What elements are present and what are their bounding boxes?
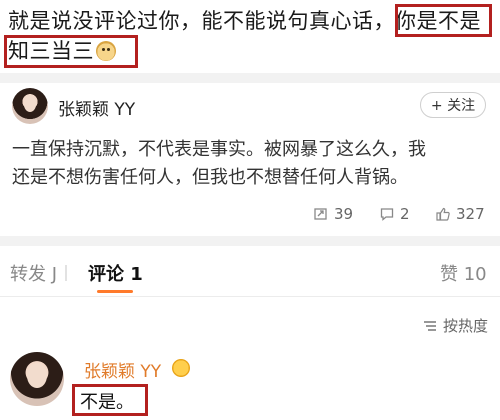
sort-by-hot-button[interactable]: 按热度 xyxy=(423,315,488,336)
active-tab-indicator xyxy=(97,290,133,293)
reply-avatar[interactable] xyxy=(10,352,64,406)
avatar[interactable] xyxy=(12,88,48,124)
comment-stat[interactable]: 2 xyxy=(380,204,410,224)
section-divider-2 xyxy=(0,236,500,246)
top-comment-text: 就是说没评论过你，能不能说句真心话， xyxy=(8,9,395,33)
highlight-box-1 xyxy=(395,4,492,37)
comment-icon xyxy=(380,208,394,221)
repost-icon xyxy=(314,208,327,220)
post-body-line-2: 还是不想伤害任何人，但我也不想替任何人背锅。 xyxy=(12,167,408,188)
repost-count: 39 xyxy=(334,205,354,223)
tab-repost[interactable]: 转发 J xyxy=(10,260,57,286)
thumbs-up-icon xyxy=(436,207,450,221)
reply-author-name[interactable]: 张颖颖 YY xyxy=(84,357,161,382)
sort-icon xyxy=(423,320,436,331)
like-count: 327 xyxy=(456,205,485,223)
tab-bar: 转发 J 评论 1 赞 10 xyxy=(0,254,500,294)
tab-divider xyxy=(0,296,500,297)
follow-button[interactable]: + 关注 xyxy=(420,92,486,118)
highlight-box-3 xyxy=(72,384,148,416)
post-card: 张颖颖 YY + 关注 一直保持沉默，不代表是事实。被网暴了这么久，我 还是不想… xyxy=(0,80,500,228)
post-author-name[interactable]: 张颖颖 YY xyxy=(58,95,135,120)
tab-separator xyxy=(65,265,67,281)
like-stat[interactable]: 327 xyxy=(436,204,485,224)
sort-label: 按热度 xyxy=(442,317,488,335)
highlight-box-2 xyxy=(4,35,138,68)
tab-comment[interactable]: 评论 1 xyxy=(88,260,143,286)
repost-stat[interactable]: 39 xyxy=(314,204,353,224)
screenshot: 就是说没评论过你，能不能说句真心话，你是不是 知三当三 张颖颖 YY + 关注 … xyxy=(0,0,500,420)
comment-count: 2 xyxy=(400,205,410,223)
post-body-line-1: 一直保持沉默，不代表是事实。被网暴了这么久，我 xyxy=(12,139,426,160)
vip-badge-icon xyxy=(172,359,190,377)
tab-like[interactable]: 赞 10 xyxy=(440,260,487,286)
post-body: 一直保持沉默，不代表是事实。被网暴了这么久，我 还是不想伤害任何人，但我也不想替… xyxy=(12,136,488,192)
